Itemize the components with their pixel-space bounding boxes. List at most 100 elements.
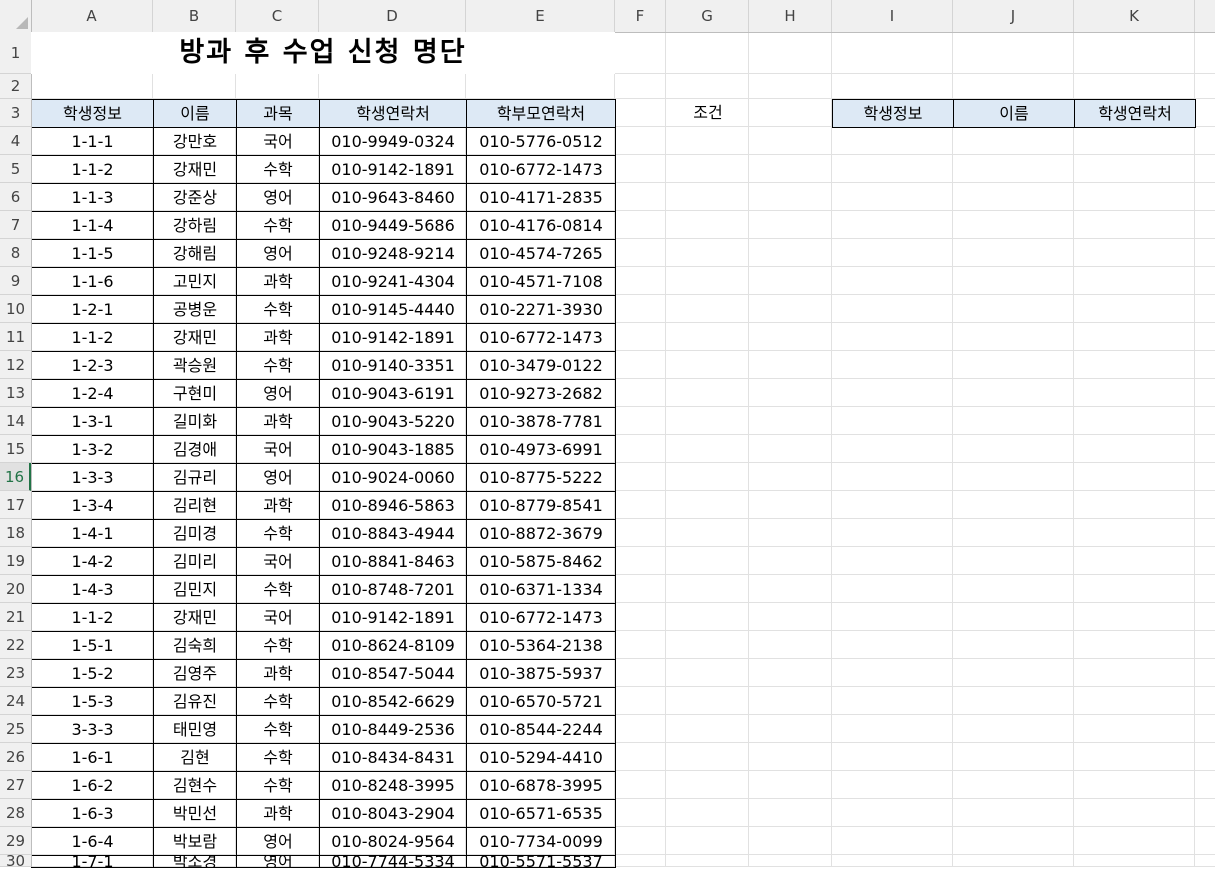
table-cell[interactable]: 강재민: [153, 603, 237, 632]
table-cell[interactable]: 박보람: [153, 827, 237, 856]
table-cell[interactable]: 곽승원: [153, 351, 237, 380]
row-header-3[interactable]: 3: [0, 99, 31, 127]
table-cell[interactable]: 수학: [236, 519, 320, 548]
table-cell[interactable]: 010-8043-2904: [319, 799, 467, 828]
table-cell[interactable]: 010-4171-2835: [466, 183, 616, 212]
table-cell[interactable]: 영어: [236, 463, 320, 492]
table-cell[interactable]: 010-6772-1473: [466, 323, 616, 352]
table-cell[interactable]: 010-8544-2244: [466, 715, 616, 744]
table-cell[interactable]: 1-5-3: [31, 687, 154, 716]
table-cell[interactable]: 1-1-2: [31, 603, 154, 632]
table-cell[interactable]: 010-2271-3930: [466, 295, 616, 324]
row-header-13[interactable]: 13: [0, 379, 31, 407]
table-cell[interactable]: 강만호: [153, 127, 237, 156]
table-cell[interactable]: 010-5294-4410: [466, 743, 616, 772]
table-cell[interactable]: 길미화: [153, 407, 237, 436]
table-cell[interactable]: 1-3-3: [31, 463, 154, 492]
table-cell[interactable]: 김숙희: [153, 631, 237, 660]
table-cell[interactable]: 1-1-1: [31, 127, 154, 156]
row-header-28[interactable]: 28: [0, 799, 31, 827]
row-header-5[interactable]: 5: [0, 155, 31, 183]
table-cell[interactable]: 1-3-2: [31, 435, 154, 464]
condition-label[interactable]: 조건: [666, 99, 750, 128]
table-cell[interactable]: 1-7-1: [31, 855, 154, 868]
table-cell[interactable]: 1-4-3: [31, 575, 154, 604]
row-header-2[interactable]: 2: [0, 74, 31, 99]
table-cell[interactable]: 1-3-1: [31, 407, 154, 436]
row-header-12[interactable]: 12: [0, 351, 31, 379]
row-header-30[interactable]: 30: [0, 854, 31, 869]
table-cell[interactable]: 010-6571-6535: [466, 799, 616, 828]
table-cell[interactable]: 010-7734-0099: [466, 827, 616, 856]
table-cell[interactable]: 수학: [236, 295, 320, 324]
table-cell[interactable]: 김현: [153, 743, 237, 772]
table-cell[interactable]: 국어: [236, 127, 320, 156]
table-cell[interactable]: 1-2-4: [31, 379, 154, 408]
table-cell[interactable]: 김경애: [153, 435, 237, 464]
row-header-23[interactable]: 23: [0, 659, 31, 687]
table-cell[interactable]: 김민지: [153, 575, 237, 604]
row-header-15[interactable]: 15: [0, 435, 31, 463]
row-header-22[interactable]: 22: [0, 631, 31, 659]
table-cell[interactable]: 010-9449-5686: [319, 211, 467, 240]
row-header-11[interactable]: 11: [0, 323, 31, 351]
table-cell[interactable]: 수학: [236, 631, 320, 660]
table-cell[interactable]: 수학: [236, 351, 320, 380]
table-cell[interactable]: 과학: [236, 323, 320, 352]
row-header-26[interactable]: 26: [0, 743, 31, 771]
table-cell[interactable]: 공병운: [153, 295, 237, 324]
table-cell[interactable]: 010-6570-5721: [466, 687, 616, 716]
table-cell[interactable]: 영어: [236, 855, 320, 868]
column-header-g[interactable]: G: [666, 0, 749, 32]
table-cell[interactable]: 1-6-4: [31, 827, 154, 856]
table-cell[interactable]: 010-9142-1891: [319, 155, 467, 184]
table-cell[interactable]: 3-3-3: [31, 715, 154, 744]
table-cell[interactable]: 1-1-3: [31, 183, 154, 212]
table-cell[interactable]: 김영주: [153, 659, 237, 688]
criteria-header-cell[interactable]: 이름: [953, 99, 1075, 128]
table-cell[interactable]: 010-8547-5044: [319, 659, 467, 688]
table-cell[interactable]: 010-5776-0512: [466, 127, 616, 156]
table-cell[interactable]: 1-5-2: [31, 659, 154, 688]
criteria-header-cell[interactable]: 학생정보: [832, 99, 954, 128]
table-cell[interactable]: 과학: [236, 799, 320, 828]
table-cell[interactable]: 영어: [236, 239, 320, 268]
table-cell[interactable]: 강재민: [153, 155, 237, 184]
table-cell[interactable]: 박소경: [153, 855, 237, 868]
table-cell[interactable]: 구현미: [153, 379, 237, 408]
table-cell[interactable]: 수학: [236, 715, 320, 744]
table-cell[interactable]: 1-6-1: [31, 743, 154, 772]
table-header-cell[interactable]: 학부모연락처: [466, 99, 616, 128]
table-cell[interactable]: 강준상: [153, 183, 237, 212]
table-cell[interactable]: 1-4-1: [31, 519, 154, 548]
table-cell[interactable]: 010-3479-0122: [466, 351, 616, 380]
table-cell[interactable]: 010-3878-7781: [466, 407, 616, 436]
table-cell[interactable]: 010-6772-1473: [466, 603, 616, 632]
table-cell[interactable]: 010-9248-9214: [319, 239, 467, 268]
table-cell[interactable]: 김규리: [153, 463, 237, 492]
table-cell[interactable]: 010-9643-8460: [319, 183, 467, 212]
table-cell[interactable]: 010-8843-4944: [319, 519, 467, 548]
table-cell[interactable]: 1-2-3: [31, 351, 154, 380]
column-header-i[interactable]: I: [832, 0, 953, 32]
table-cell[interactable]: 김유진: [153, 687, 237, 716]
table-cell[interactable]: 010-9142-1891: [319, 323, 467, 352]
row-header-20[interactable]: 20: [0, 575, 31, 603]
table-cell[interactable]: 010-8624-8109: [319, 631, 467, 660]
table-cell[interactable]: 1-1-4: [31, 211, 154, 240]
table-cell[interactable]: 1-1-2: [31, 323, 154, 352]
table-cell[interactable]: 강재민: [153, 323, 237, 352]
table-cell[interactable]: 수학: [236, 575, 320, 604]
table-cell[interactable]: 1-3-4: [31, 491, 154, 520]
table-cell[interactable]: 김미경: [153, 519, 237, 548]
row-header-6[interactable]: 6: [0, 183, 31, 211]
table-cell[interactable]: 1-4-2: [31, 547, 154, 576]
table-cell[interactable]: 010-8748-7201: [319, 575, 467, 604]
table-header-cell[interactable]: 이름: [153, 99, 237, 128]
table-cell[interactable]: 010-9140-3351: [319, 351, 467, 380]
table-cell[interactable]: 010-9043-1885: [319, 435, 467, 464]
table-cell[interactable]: 010-8248-3995: [319, 771, 467, 800]
spreadsheet-grid[interactable]: 학생정보 이름 과목 학생연락처 학부모연락처 1-1-1 강만호 국어 010-9949-03…: [0, 0, 1215, 868]
table-cell[interactable]: 수학: [236, 155, 320, 184]
table-cell[interactable]: 김미리: [153, 547, 237, 576]
